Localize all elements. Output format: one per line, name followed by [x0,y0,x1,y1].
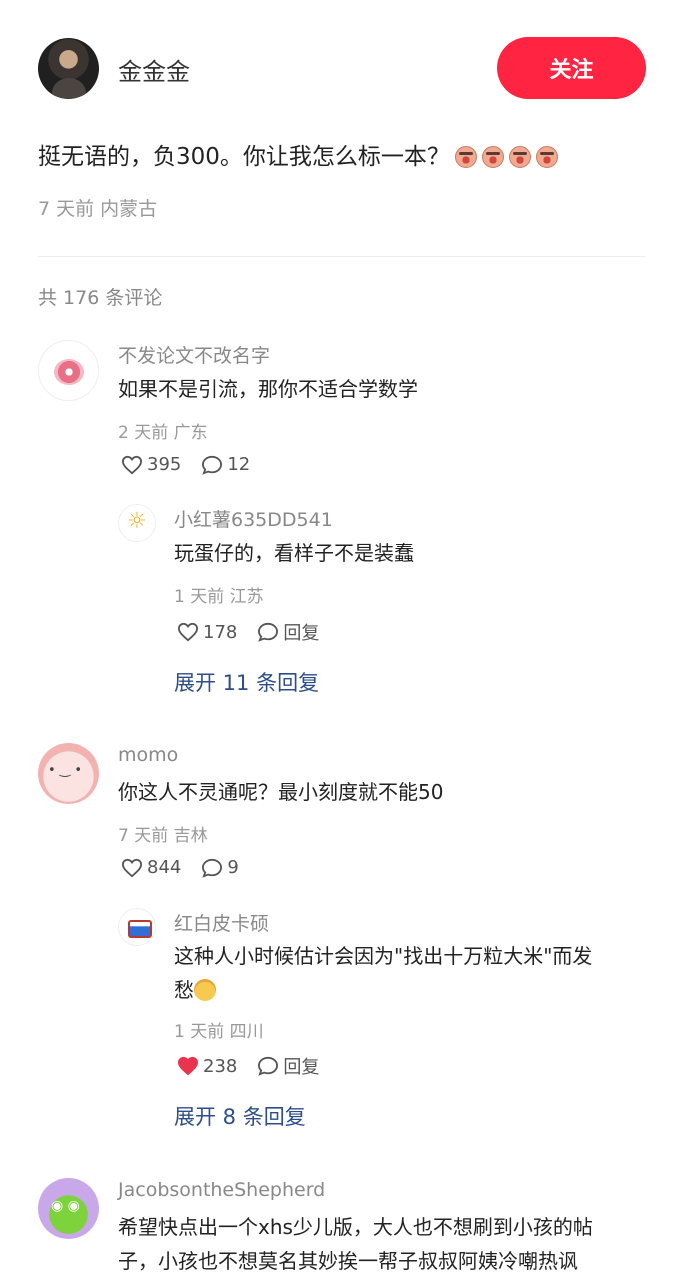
comment-text-line: 希望快点出一个xhs少儿版，大人也不想刷到小孩的帖 [118,1215,593,1239]
reply-label: 回复 [283,623,320,644]
replier-name[interactable]: 红白皮卡硕 [174,909,269,936]
author-name[interactable]: 金金金 [118,52,190,87]
expand-replies-link[interactable]: 展开 8 条回复 [174,1101,306,1131]
comment-meta: 2 天前 广东 [118,423,208,443]
post-text: 挺无语的，负300。你让我怎么标一本？ [38,140,558,174]
reply-text[interactable]: 玩蛋仔的，看样子不是装蠢 [174,536,414,570]
replier-avatar[interactable] [118,504,156,542]
heart-icon [121,455,143,474]
comment-text-line: 子，小孩也不想莫名其妙挨一帮子叔叔阿姨冷嘲热讽 [118,1249,578,1273]
reply-text[interactable]: 这种人小时候估计会因为"找出十万粒大米"而发 愁 [174,939,592,1007]
post-header: 金金金 关注 [0,0,681,130]
divider [38,256,646,257]
commenter-name[interactable]: JacobsontheShepherd [118,1179,325,1201]
crying-face-emoji-icon [508,146,531,168]
commenter-avatar[interactable] [38,1178,99,1239]
comment-meta: 7 天前 吉林 [118,826,208,846]
replier-name[interactable]: 小红薯635DD541 [174,505,333,532]
reply-count-button[interactable]: 9 [201,857,239,878]
crying-face-emoji-icon [454,146,477,168]
reply-label: 回复 [283,1057,320,1078]
like-button[interactable]: 178 [177,622,237,643]
comment-text[interactable]: 如果不是引流，那你不适合学数学 [118,372,418,406]
comment-count: 共 176 条评论 [38,287,163,309]
like-count: 395 [147,454,182,475]
comment-bubble-icon [258,1056,279,1076]
reply-count: 12 [227,454,251,475]
comment-bubble-icon [202,455,223,475]
comment-text[interactable]: 希望快点出一个xhs少儿版，大人也不想刷到小孩的帖 子，小孩也不想莫名其妙挨一帮… [118,1210,593,1278]
crying-face-emoji-icon [535,146,558,168]
commenter-avatar[interactable] [38,340,99,401]
post-meta: 7 天前 内蒙古 [38,198,158,220]
heart-icon [121,858,143,877]
reply-button[interactable]: 回复 [257,1053,319,1079]
replier-avatar[interactable] [118,908,156,946]
reply-count: 9 [227,857,239,878]
commenter-name[interactable]: momo [118,744,178,766]
reply-text-line: 这种人小时候估计会因为"找出十万粒大米"而发 [174,944,593,968]
heart-filled-icon [177,1056,199,1076]
commenter-name[interactable]: 不发论文不改名字 [118,341,270,368]
reply-actions: 238 回复 [177,1053,339,1079]
comment-bubble-icon [202,858,223,878]
like-count: 238 [203,1055,238,1077]
commenter-avatar[interactable] [38,743,99,804]
reply-text-line: 愁 [174,973,592,1007]
like-count: 178 [203,621,238,643]
comment-actions: 844 9 [121,857,259,878]
reply-meta: 1 天前 四川 [174,1022,264,1042]
emoji-icon [194,979,216,1001]
reply-actions: 178 回复 [177,619,339,645]
reply-button[interactable]: 回复 [257,619,319,645]
comment-text[interactable]: 你这人不灵通呢？最小刻度就不能50 [118,775,443,809]
like-button[interactable]: 395 [121,454,181,475]
reply-meta: 1 天前 江苏 [174,587,264,607]
like-count: 844 [147,857,182,878]
like-button[interactable]: 844 [121,857,181,878]
comment-bubble-icon [258,622,279,642]
crying-face-emoji-icon [481,146,504,168]
expand-replies-link[interactable]: 展开 11 条回复 [174,667,319,697]
follow-button[interactable]: 关注 [497,37,646,99]
reply-count-button[interactable]: 12 [201,454,250,475]
author-avatar[interactable] [38,38,99,99]
post-text-content: 挺无语的，负300。你让我怎么标一本？ [38,144,450,170]
comment-actions: 395 12 [121,454,270,475]
heart-icon [177,622,199,642]
like-button[interactable]: 238 [177,1056,237,1077]
